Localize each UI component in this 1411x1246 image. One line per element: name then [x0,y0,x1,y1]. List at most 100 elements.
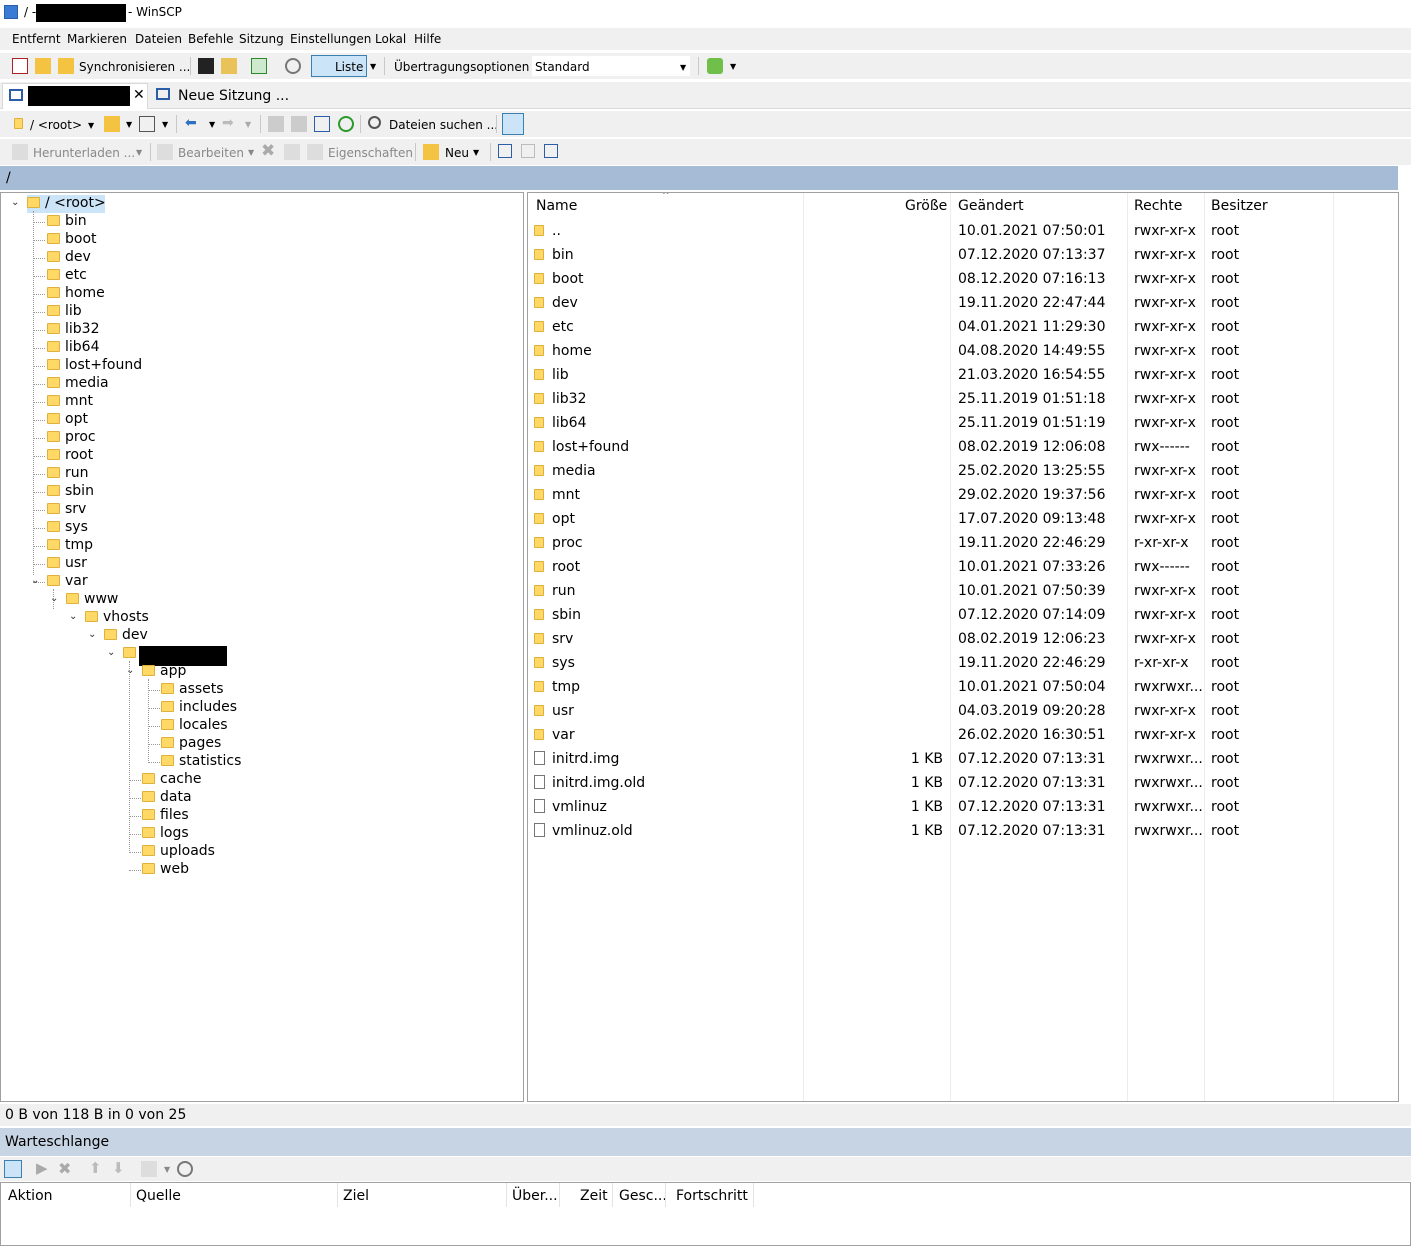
queue-column-action[interactable]: Aktion [8,1188,53,1204]
column-rights[interactable]: Rechte [1134,198,1182,214]
file-row[interactable]: initrd.img 1 KB 07.12.2020 07:13:31 rwxrwxr… [528,747,1398,771]
queue-column-progress[interactable]: Fortschritt [676,1188,748,1204]
tab-new-session[interactable]: Neue Sitzung ... [150,83,289,109]
chevron-down-icon[interactable]: ⌄ [69,611,77,622]
file-row[interactable]: vmlinuz.old 1 KB 07.12.2020 07:13:31 rwxrwx… [528,819,1398,843]
back-icon[interactable]: ⬅ [185,115,197,131]
file-row[interactable]: mnt 29.02.2020 19:37:56 rwxr-xr-x root [528,483,1398,507]
chevron-down-icon[interactable]: ⌄ [126,665,134,676]
column-size[interactable]: Größe [905,198,947,214]
plus-icon[interactable] [498,144,512,158]
file-row[interactable]: srv 08.02.2019 12:06:23 rwxr-xr-x root [528,627,1398,651]
find-files-button[interactable]: Dateien suchen ... [389,118,498,132]
path-select[interactable]: / <root> ▼ [10,113,96,135]
chevron-down-icon[interactable]: ▼ [248,148,254,157]
file-row[interactable]: media 25.02.2020 13:25:55 rwxr-xr-x root [528,459,1398,483]
file-row[interactable]: vmlinuz 1 KB 07.12.2020 07:13:31 rwxrwxr...… [528,795,1398,819]
file-row[interactable]: dev 19.11.2020 22:47:44 rwxr-xr-x root [528,291,1398,315]
chevron-down-icon[interactable]: ⌄ [11,197,19,208]
menu-einstellungen[interactable]: Einstellungen [290,32,371,46]
close-icon[interactable]: ✕ [133,87,145,103]
edit-button[interactable]: Bearbeiten [178,146,244,160]
file-row[interactable]: tmp 10.01.2021 07:50:04 rwxrwxr... root [528,675,1398,699]
queue-preferences-icon[interactable] [707,58,723,74]
menu-entfernt[interactable]: Entfernt [12,32,61,46]
menu-hilfe[interactable]: Hilfe [414,32,441,46]
file-row[interactable]: run 10.01.2021 07:50:39 rwxr-xr-x root [528,579,1398,603]
transfer-options-select[interactable]: Standard ▼ [531,55,691,77]
file-row[interactable]: var 26.02.2020 16:30:51 rwxr-xr-x root [528,723,1398,747]
chevron-down-icon[interactable]: ⌄ [88,629,96,640]
gear-icon[interactable] [177,1161,193,1177]
edit-icon[interactable] [157,144,173,160]
add-icon[interactable] [12,58,28,74]
menu-sitzung[interactable]: Sitzung [239,32,284,46]
tab-current-session[interactable]: ✕ [2,83,148,109]
terminal-icon[interactable] [198,58,214,74]
chevron-down-icon[interactable]: ▼ [473,148,479,157]
file-row[interactable]: lib64 25.11.2019 01:51:19 rwxr-xr-x root [528,411,1398,435]
queue-column-source[interactable]: Quelle [136,1188,181,1204]
forward-icon[interactable]: ➡ [222,115,234,131]
home-icon[interactable] [314,116,330,132]
refresh-icon[interactable] [251,58,267,74]
queue-list-icon[interactable] [4,1160,22,1178]
open-folder-icon[interactable] [104,116,120,132]
chevron-down-icon[interactable]: ▼ [245,120,251,129]
properties-icon[interactable] [307,144,323,160]
file-row[interactable]: usr 04.03.2019 09:20:28 rwxr-xr-x root [528,699,1398,723]
queue-column-transferred[interactable]: Über... [512,1188,558,1204]
file-row[interactable]: lib32 25.11.2019 01:51:18 rwxr-xr-x root [528,387,1398,411]
file-row[interactable]: boot 08.12.2020 07:16:13 rwxr-xr-x root [528,267,1398,291]
chevron-down-icon[interactable]: ⌄ [107,647,115,658]
chevron-down-icon[interactable]: ▼ [164,1165,170,1174]
chevron-down-icon[interactable]: ⌄ [50,593,58,604]
chevron-down-icon[interactable]: ▼ [126,120,132,129]
queue-column-speed[interactable]: Gesc... [619,1188,667,1204]
menu-markieren[interactable]: Markieren [67,32,127,46]
putty-icon[interactable] [221,58,237,74]
select-filter-icon[interactable] [544,144,558,158]
gear-icon[interactable] [285,58,301,74]
chevron-down-icon[interactable]: ▼ [209,120,215,129]
new-button[interactable]: Neu [445,146,469,160]
parent-dir-icon[interactable] [268,116,284,132]
column-changed[interactable]: Geändert [958,198,1024,214]
refresh-icon[interactable] [338,116,354,132]
move-up-icon[interactable]: ⬆ [89,1159,102,1177]
compare-icon[interactable] [35,58,51,74]
move-down-icon[interactable]: ⬇ [112,1159,125,1177]
file-row[interactable]: sys 19.11.2020 22:46:29 r-xr-xr-x root [528,651,1398,675]
tree-item-root[interactable]: ⌄ / <root> [11,195,106,213]
file-row[interactable]: initrd.img.old 1 KB 07.12.2020 07:13:31 rwx… [528,771,1398,795]
queue-settings-icon[interactable] [141,1161,157,1177]
file-row[interactable]: sbin 07.12.2020 07:14:09 rwxr-xr-x root [528,603,1398,627]
chevron-down-icon[interactable]: ▼ [730,62,736,71]
file-row[interactable]: .. 10.01.2021 07:50:01 rwxr-xr-x root [528,219,1398,243]
column-name[interactable]: Name [536,198,577,214]
filter-icon[interactable] [139,116,155,132]
tree-toggle-button[interactable] [502,113,524,135]
synchronize-button[interactable]: Synchronisieren ... [79,60,190,74]
menu-dateien[interactable]: Dateien [135,32,182,46]
file-list[interactable]: Name ^ Größe Geändert Rechte Besitzer ..… [527,192,1399,1102]
minus-icon[interactable] [521,144,535,158]
file-row[interactable]: proc 19.11.2020 22:46:29 r-xr-xr-x root [528,531,1398,555]
file-row[interactable]: opt 17.07.2020 09:13:48 rwxr-xr-x root [528,507,1398,531]
file-row[interactable]: root 10.01.2021 07:33:26 rwx------ root [528,555,1398,579]
file-row[interactable]: etc 04.01.2021 11:29:30 rwxr-xr-x root [528,315,1398,339]
cancel-icon[interactable]: ✖ [58,1159,71,1178]
properties-button[interactable]: Eigenschaften [328,146,413,160]
file-row[interactable]: bin 07.12.2020 07:13:37 rwxr-xr-x root [528,243,1398,267]
chevron-down-icon[interactable]: ⌄ [31,575,39,586]
queue-list[interactable]: Aktion Quelle Ziel Über... Zeit Gesc... … [0,1182,1411,1246]
menu-befehle[interactable]: Befehle [188,32,234,46]
delete-icon[interactable]: ✖ [261,141,275,161]
sync-icon[interactable] [58,58,74,74]
column-owner[interactable]: Besitzer [1211,198,1268,214]
queue-column-time[interactable]: Zeit [580,1188,608,1204]
search-icon[interactable] [368,116,381,129]
chevron-down-icon[interactable]: ▼ [370,62,376,71]
file-row[interactable]: lost+found 08.02.2019 12:06:08 rwx------ ro… [528,435,1398,459]
play-icon[interactable]: ▶ [36,1159,48,1177]
